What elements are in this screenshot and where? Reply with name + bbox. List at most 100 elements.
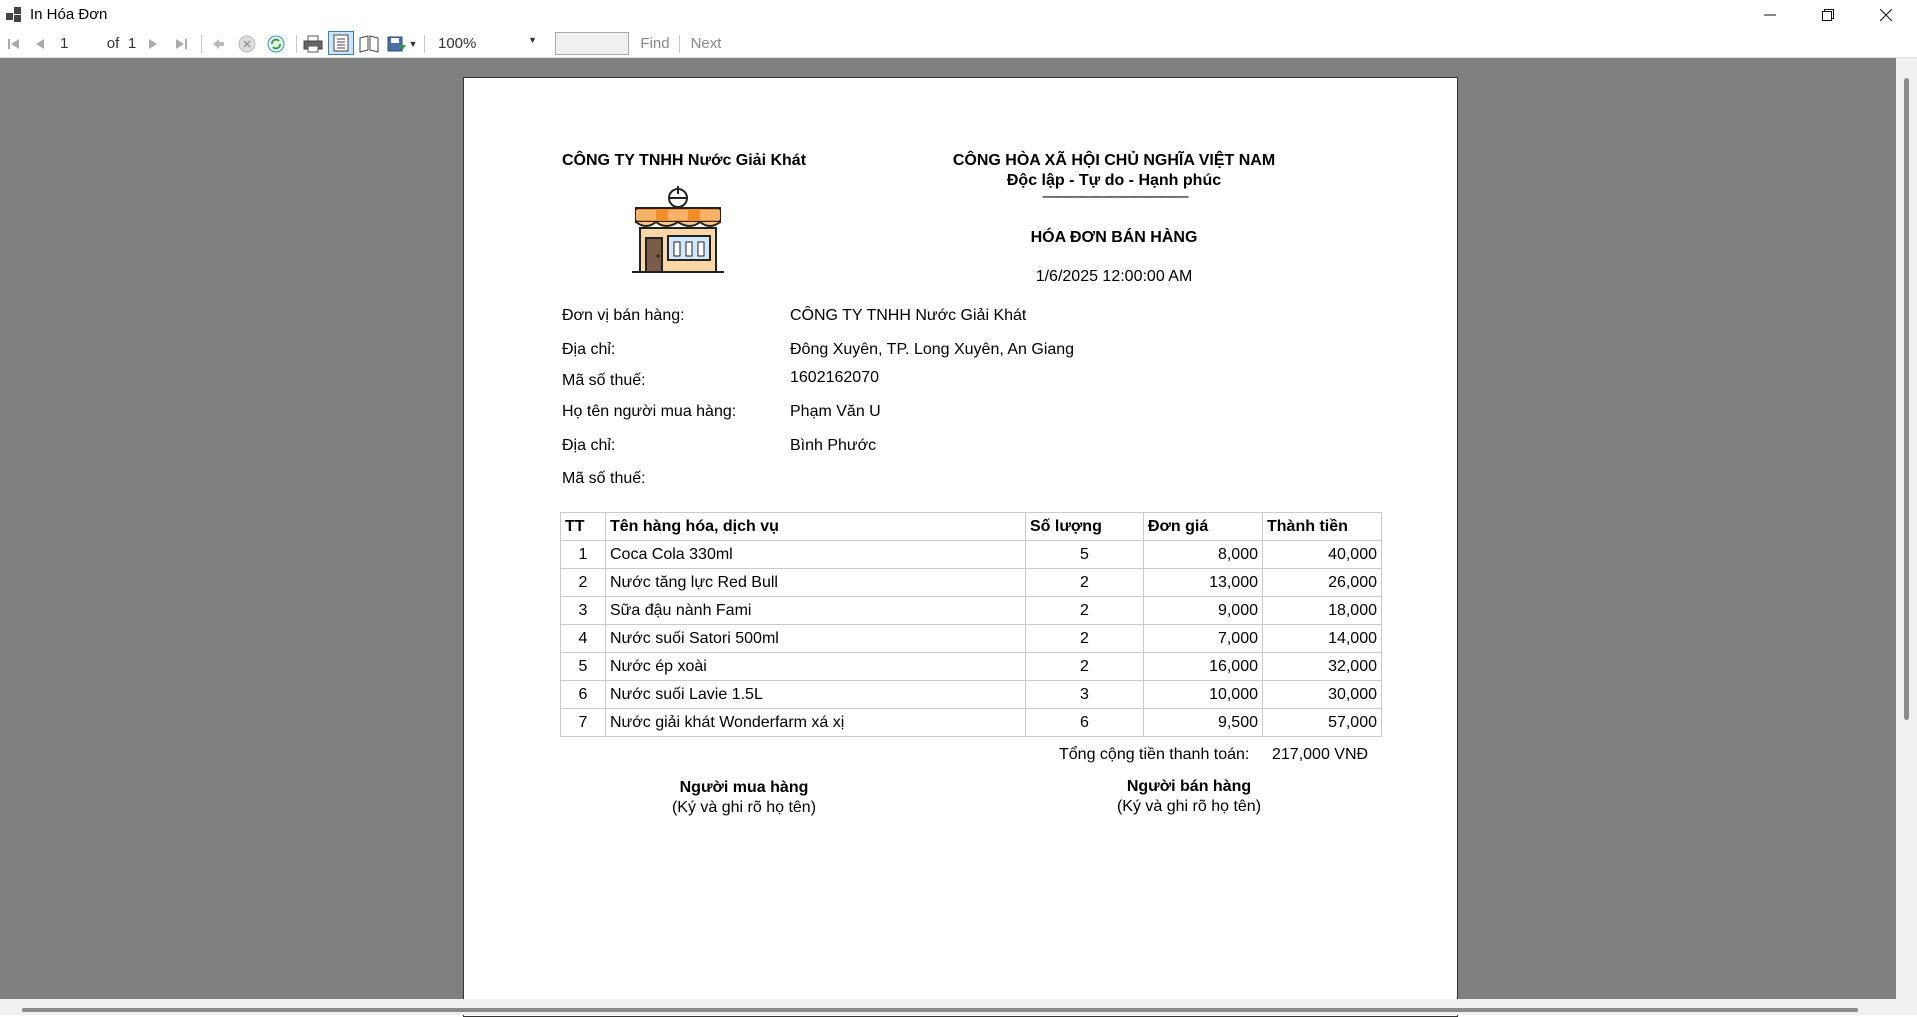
buyer-tax-label: Mã số thuế: bbox=[562, 470, 646, 487]
col-header-qty: Số lượng bbox=[1025, 512, 1144, 541]
row-total: 40,000 bbox=[1262, 540, 1382, 569]
row-total: 57,000 bbox=[1262, 708, 1382, 737]
horizontal-scroll-thumb[interactable] bbox=[22, 1008, 1858, 1012]
row-total: 14,000 bbox=[1262, 624, 1382, 653]
title-bar: In Hóa Đơn bbox=[0, 0, 1917, 29]
buyer-address-value: Bình Phước bbox=[790, 437, 877, 454]
row-product: Nước tăng lực Red Bull bbox=[605, 568, 1026, 597]
toolbar-separator bbox=[296, 35, 297, 53]
row-index: 7 bbox=[560, 708, 606, 737]
window-title: In Hóa Đơn bbox=[30, 6, 108, 23]
row-index: 5 bbox=[560, 652, 606, 681]
next-page-icon bbox=[149, 38, 157, 49]
stop-button[interactable] bbox=[236, 29, 258, 58]
row-product: Nước ép xoài bbox=[605, 652, 1026, 681]
find-next-button[interactable]: Next bbox=[688, 29, 724, 58]
col-header-tt: TT bbox=[560, 512, 606, 541]
current-page-input[interactable]: 1 bbox=[60, 29, 100, 58]
seller-address-value: Đông Xuyên, TP. Long Xuyên, An Giang bbox=[790, 341, 1075, 358]
back-arrow-icon bbox=[213, 38, 224, 49]
seller-address-label: Địa chỉ: bbox=[562, 341, 616, 358]
close-button[interactable] bbox=[1857, 0, 1915, 29]
row-product: Nước giải khát Wonderfarm xá xị bbox=[605, 708, 1026, 737]
row-product: Nước suối Lavie 1.5L bbox=[605, 680, 1026, 709]
seller-tax-label: Mã số thuế: bbox=[562, 372, 646, 389]
row-index: 1 bbox=[560, 540, 606, 569]
vertical-scroll-thumb[interactable] bbox=[1904, 78, 1909, 720]
report-page: CÔNG TY TNHH Nước Giải Khát CÔNG HÒA XÃ … bbox=[463, 77, 1458, 1017]
find-input[interactable] bbox=[555, 32, 629, 55]
row-price: 13,000 bbox=[1143, 568, 1263, 597]
buyer-signature-note: (Ký và ghi rõ họ tên) bbox=[671, 799, 817, 816]
zoom-value: 100% bbox=[438, 34, 477, 52]
buyer-address-label: Địa chỉ: bbox=[562, 437, 616, 454]
of-label: of bbox=[106, 35, 120, 52]
print-button[interactable] bbox=[301, 29, 325, 58]
toolbar-separator bbox=[424, 35, 425, 53]
last-page-button[interactable] bbox=[171, 29, 191, 58]
row-total: 26,000 bbox=[1262, 568, 1382, 597]
back-button[interactable] bbox=[208, 29, 228, 58]
invoice-items-table: TT Tên hàng hóa, dịch vụ Số lượng Đơn gi… bbox=[560, 512, 1382, 737]
buyer-name-value: Phạm Văn U bbox=[790, 403, 881, 420]
refresh-button[interactable] bbox=[265, 29, 287, 58]
row-price: 9,500 bbox=[1143, 708, 1263, 737]
zoom-select[interactable]: 100% ▼ bbox=[431, 32, 544, 54]
next-page-button[interactable] bbox=[143, 29, 163, 58]
row-qty: 3 bbox=[1025, 680, 1144, 709]
first-page-button[interactable] bbox=[4, 29, 24, 58]
buyer-name-label: Họ tên người mua hàng: bbox=[562, 403, 737, 420]
minimize-icon bbox=[1764, 14, 1776, 15]
previous-page-button[interactable] bbox=[30, 29, 50, 58]
row-index: 3 bbox=[560, 596, 606, 625]
first-page-icon bbox=[8, 38, 19, 49]
shop-logo-icon bbox=[632, 186, 724, 273]
seller-signature-note: (Ký và ghi rõ họ tên) bbox=[1116, 798, 1262, 815]
row-price: 16,000 bbox=[1143, 652, 1263, 681]
row-product: Nước suối Satori 500ml bbox=[605, 624, 1026, 653]
invoice-date: 1/6/2025 12:00:00 AM bbox=[1035, 268, 1193, 285]
table-row: 3 Sữa đậu nành Fami 2 9,000 18,000 bbox=[560, 596, 1382, 625]
table-row: 4 Nước suối Satori 500ml 2 7,000 14,000 bbox=[560, 624, 1382, 653]
row-qty: 2 bbox=[1025, 596, 1144, 625]
row-qty: 5 bbox=[1025, 540, 1144, 569]
chevron-down-icon: ▼ bbox=[528, 35, 537, 45]
restore-icon bbox=[1822, 8, 1834, 21]
refresh-icon bbox=[267, 35, 285, 52]
total-value: 217,000 VNĐ bbox=[1272, 746, 1369, 763]
print-layout-button[interactable] bbox=[328, 31, 354, 55]
nation-title: CÔNG HÒA XÃ HỘI CHỦ NGHĨA VIỆT NAM bbox=[952, 152, 1276, 169]
export-button[interactable]: ▼ bbox=[385, 29, 419, 58]
seller-unit-value: CÔNG TY TNHH Nước Giải Khát bbox=[790, 307, 1027, 324]
table-row: 1 Coca Cola 330ml 5 8,000 40,000 bbox=[560, 540, 1382, 569]
row-price: 8,000 bbox=[1143, 540, 1263, 569]
table-header-row: TT Tên hàng hóa, dịch vụ Số lượng Đơn gi… bbox=[560, 512, 1382, 541]
invoice-title: HÓA ĐƠN BÁN HÀNG bbox=[1030, 229, 1198, 246]
row-qty: 2 bbox=[1025, 624, 1144, 653]
table-row: 7 Nước giải khát Wonderfarm xá xị 6 9,50… bbox=[560, 708, 1382, 737]
row-price: 7,000 bbox=[1143, 624, 1263, 653]
minimize-button[interactable] bbox=[1741, 0, 1799, 29]
find-button[interactable]: Find bbox=[637, 29, 673, 58]
col-header-price: Đơn giá bbox=[1143, 512, 1263, 541]
vertical-scrollbar[interactable] bbox=[1896, 58, 1917, 999]
app-icon bbox=[6, 6, 22, 23]
table-row: 6 Nước suối Lavie 1.5L 3 10,000 30,000 bbox=[560, 680, 1382, 709]
row-index: 6 bbox=[560, 680, 606, 709]
page-setup-button[interactable] bbox=[357, 29, 381, 58]
toolbar-separator bbox=[679, 35, 680, 53]
last-page-icon bbox=[176, 38, 187, 49]
row-total: 30,000 bbox=[1262, 680, 1382, 709]
print-layout-icon bbox=[333, 34, 349, 52]
report-toolbar: 1 of 1 ▼ 100% ▼ Find Next bbox=[0, 29, 1917, 58]
row-index: 2 bbox=[560, 568, 606, 597]
row-qty: 6 bbox=[1025, 708, 1144, 737]
row-total: 18,000 bbox=[1262, 596, 1382, 625]
table-row: 5 Nước ép xoài 2 16,000 32,000 bbox=[560, 652, 1382, 681]
table-row: 2 Nước tăng lực Red Bull 2 13,000 26,000 bbox=[560, 568, 1382, 597]
row-price: 9,000 bbox=[1143, 596, 1263, 625]
restore-button[interactable] bbox=[1799, 0, 1857, 29]
save-disk-icon bbox=[387, 36, 406, 51]
printer-icon bbox=[303, 35, 323, 52]
horizontal-scrollbar[interactable] bbox=[0, 999, 1917, 1015]
